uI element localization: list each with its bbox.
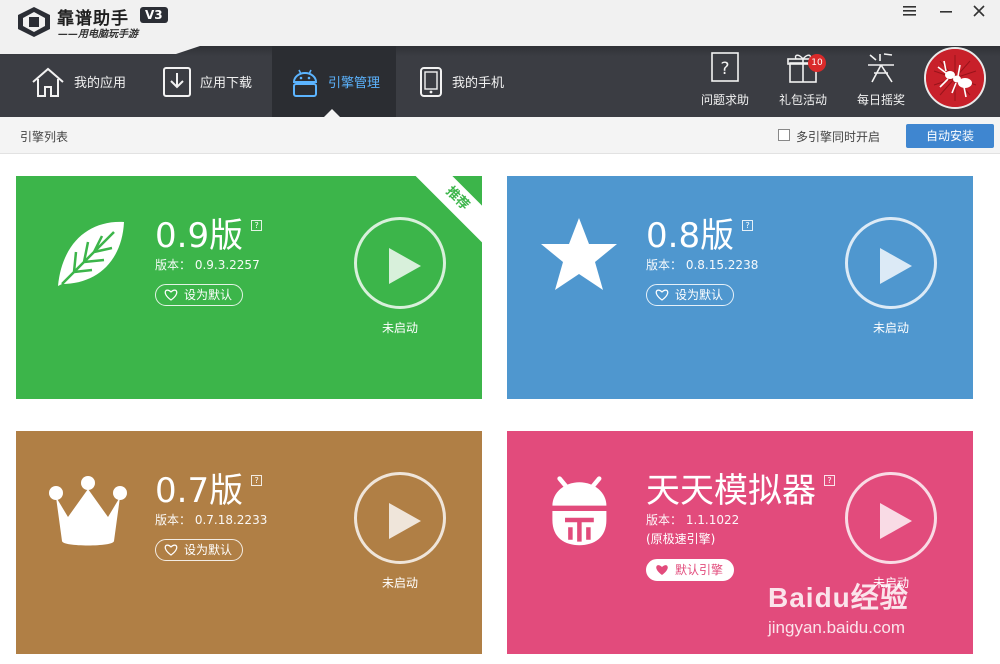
app-logo-area: 靠谱助手 ——用电脑玩手游 V3 <box>0 0 190 46</box>
version-badge: V3 <box>140 7 168 23</box>
engine-version: 版本： 0.7.18.2233 <box>155 513 268 527</box>
main-nav: 我的应用 应用下载 引擎管理 我的手机 ? 问题求助 10 礼包活动 每日摇奖 <box>0 46 1000 117</box>
engine-version: 版本： 0.8.15.2238 <box>646 258 759 272</box>
engine-status: 未启动 <box>872 321 909 335</box>
engine-version: 版本： 1.1.1022 <box>646 513 740 527</box>
nav-label: 应用下载 <box>200 76 253 91</box>
engine-version: 版本： 0.9.3.2257 <box>155 258 260 272</box>
engine-name: 天天模拟器? <box>646 463 835 512</box>
help-mark-icon[interactable]: ? <box>251 475 263 486</box>
user-avatar[interactable] <box>924 47 986 109</box>
ant-logo-icon <box>926 49 984 107</box>
engine-name: 0.8版? <box>646 208 754 257</box>
heart-outline-icon <box>164 544 178 556</box>
app-slogan: ——用电脑玩手游 <box>58 29 138 40</box>
default-engine-label: 默认引擎 <box>675 563 724 577</box>
star-icon <box>541 218 617 290</box>
multi-engine-checkbox[interactable] <box>778 129 790 141</box>
tool-label: 礼包活动 <box>778 93 827 107</box>
engine-name-text: 天天模拟器 <box>646 471 816 511</box>
watermark-main: Baidu经验 <box>768 582 909 613</box>
start-engine-button[interactable] <box>845 472 937 564</box>
engine-card: 0.7版? 版本： 0.7.18.2233 设为默认 未启动 <box>16 431 482 654</box>
heart-outline-icon <box>655 289 669 301</box>
engine-name-text: 0.8版 <box>646 216 735 256</box>
help-icon: ? <box>711 52 739 82</box>
section-title: 引擎列表 <box>20 130 69 144</box>
minimize-button[interactable] <box>933 2 959 22</box>
play-icon <box>389 503 421 539</box>
close-icon <box>973 5 985 17</box>
nav-label: 引擎管理 <box>328 76 381 91</box>
gift-count-badge: 10 <box>808 54 826 72</box>
engine-name: 0.9版? <box>155 208 263 257</box>
nav-label: 我的应用 <box>74 76 127 91</box>
android-icon <box>292 69 318 97</box>
multi-engine-label[interactable]: 多引擎同时开启 <box>796 128 880 145</box>
engine-name-text: 0.7版 <box>155 471 244 511</box>
tool-label: 问题求助 <box>700 93 749 107</box>
default-engine-button[interactable]: 默认引擎 <box>646 559 735 581</box>
close-button[interactable] <box>966 2 992 22</box>
help-mark-icon[interactable]: ? <box>824 475 835 486</box>
phone-icon <box>420 66 442 97</box>
set-default-button[interactable]: 设为默认 <box>155 284 244 306</box>
engine-list-header: 引擎列表 多引擎同时开启 自动安装 <box>0 117 1000 154</box>
title-bar: 靠谱助手 ——用电脑玩手游 V3 <box>0 0 1000 46</box>
auto-install-button[interactable]: 自动安装 <box>906 124 994 148</box>
android-bug-icon <box>552 476 607 546</box>
engine-note: (原极速引擎) <box>646 532 716 546</box>
download-icon <box>163 66 191 97</box>
nav-item-my-apps[interactable]: 我的应用 <box>30 46 150 117</box>
help-mark-icon[interactable]: ? <box>251 220 263 231</box>
play-icon <box>880 503 912 539</box>
engine-name: 0.7版? <box>155 463 263 512</box>
nav-item-engine-manage[interactable]: 引擎管理 <box>272 46 396 117</box>
engine-status: 未启动 <box>381 321 418 335</box>
set-default-label: 设为默认 <box>184 543 233 557</box>
nav-item-download[interactable]: 应用下载 <box>162 46 272 117</box>
play-icon <box>880 248 912 284</box>
heart-filled-icon <box>656 565 668 575</box>
tool-label: 每日摇奖 <box>856 93 905 107</box>
tool-help[interactable]: ? 问题求助 <box>690 51 760 113</box>
nav-label: 我的手机 <box>452 76 505 91</box>
set-default-button[interactable]: 设为默认 <box>646 284 735 306</box>
start-engine-button[interactable] <box>354 217 446 309</box>
tool-gift[interactable]: 10 礼包活动 <box>768 51 838 113</box>
set-default-button[interactable]: 设为默认 <box>155 539 244 561</box>
set-default-label: 设为默认 <box>184 288 233 302</box>
crown-icon <box>49 476 127 546</box>
watermark-sub: jingyan.baidu.com <box>768 618 906 637</box>
engine-status: 未启动 <box>381 576 418 590</box>
help-mark-icon[interactable]: ? <box>742 220 754 231</box>
hamburger-icon <box>902 6 916 16</box>
tool-lottery[interactable]: 每日摇奖 <box>846 51 916 113</box>
svg-text:?: ? <box>720 59 729 79</box>
engine-card: 0.8版? 版本： 0.8.15.2238 设为默认 未启动 <box>507 176 973 399</box>
start-engine-button[interactable] <box>845 217 937 309</box>
active-tab-indicator <box>324 109 340 117</box>
leaf-icon <box>58 221 124 286</box>
menu-button[interactable] <box>896 2 922 22</box>
heart-outline-icon <box>164 289 178 301</box>
set-default-label: 设为默认 <box>675 288 724 302</box>
minimize-icon <box>940 11 952 13</box>
lottery-icon <box>868 53 894 83</box>
play-icon <box>389 248 421 284</box>
engine-name-text: 0.9版 <box>155 216 244 256</box>
app-logo-icon <box>18 7 50 37</box>
engine-card: 0.9版? 版本： 0.9.3.2257 设为默认 未启动 推荐 <box>16 176 482 399</box>
baidu-watermark: Baidu经验 jingyan.baidu.com <box>768 576 909 638</box>
nav-item-my-phone[interactable]: 我的手机 <box>418 46 528 117</box>
start-engine-button[interactable] <box>354 472 446 564</box>
home-icon <box>32 67 64 97</box>
